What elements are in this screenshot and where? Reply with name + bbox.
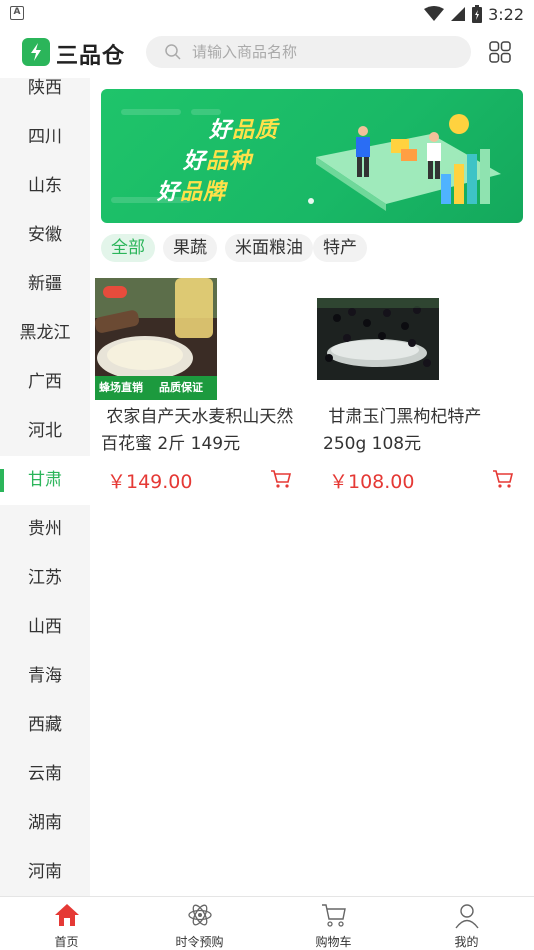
- grid-menu-icon[interactable]: [489, 41, 511, 63]
- clock: 3:22: [488, 4, 524, 24]
- search-icon: [165, 44, 181, 60]
- nav-profile-label: 我的: [454, 935, 479, 949]
- sidebar-item-yunnan[interactable]: 云南: [0, 750, 90, 799]
- sidebar-item-hebei[interactable]: 河北: [0, 407, 90, 456]
- product-name-line1: 农家自产天水麦积山天然: [101, 407, 294, 427]
- product-card-goji[interactable]: 甘肃玉门黑枸杞特产 250g 108元 ￥108.00: [317, 278, 527, 498]
- product-name-line2: 250g 108元: [323, 434, 422, 454]
- sidebar-item-xinjiang[interactable]: 新疆: [0, 260, 90, 309]
- app-title: 三品仓: [56, 44, 126, 69]
- notification-badge-icon: A: [10, 6, 24, 20]
- product-image-honey[interactable]: 蜂场直销 品质保证: [95, 278, 217, 400]
- honey-image-caption-left: 蜂场直销: [99, 381, 143, 394]
- nav-profile[interactable]: 我的: [400, 897, 533, 950]
- app-logo-icon: [22, 38, 50, 66]
- product-name-line1: 甘肃玉门黑枸杞特产: [323, 407, 482, 427]
- goji-photo: [317, 298, 439, 380]
- nav-seasonal-preorder[interactable]: 时令预购: [133, 897, 266, 950]
- sidebar-item-sichuan[interactable]: 四川: [0, 113, 90, 162]
- signal-icon: [451, 7, 466, 21]
- sidebar-item-qinghai[interactable]: 青海: [0, 652, 90, 701]
- banner-line-variety: 好品种: [183, 149, 253, 174]
- sidebar-item-guizhou[interactable]: 贵州: [0, 505, 90, 554]
- product-name-line2: 百花蜜 2斤 149元: [101, 434, 241, 454]
- sidebar-item-hunan[interactable]: 湖南: [0, 799, 90, 848]
- promo-banner[interactable]: 好品质 好品种 好品牌: [101, 89, 523, 223]
- product-price-goji: ￥108.00: [329, 471, 415, 493]
- user-icon: [455, 904, 479, 929]
- tab-all[interactable]: 全部: [101, 234, 155, 262]
- sidebar-item-shaanxi[interactable]: 陕西: [0, 78, 90, 113]
- status-indicators: 3:22: [424, 4, 524, 24]
- tab-fruits-vegetables[interactable]: 果蔬: [163, 234, 217, 262]
- nav-seasonal-label: 时令预购: [175, 935, 224, 949]
- add-to-cart-icon[interactable]: [270, 468, 292, 490]
- sidebar-item-anhui[interactable]: 安徽: [0, 211, 90, 260]
- sidebar-item-henan[interactable]: 河南: [0, 848, 90, 896]
- atom-icon: [188, 904, 212, 926]
- battery-icon: [472, 5, 483, 23]
- app-header: 三品仓: [0, 28, 534, 78]
- product-name-honey[interactable]: 农家自产天水麦积山天然 百花蜜 2斤 149元: [101, 404, 311, 458]
- sidebar-item-shanxi[interactable]: 山西: [0, 603, 90, 652]
- nav-cart-label: 购物车: [315, 935, 352, 949]
- province-sidebar: 陕西 四川 山东 安徽 新疆 黑龙江 广西 河北 甘肃 贵州 江苏 山西 青海 …: [0, 78, 90, 896]
- product-name-goji[interactable]: 甘肃玉门黑枸杞特产 250g 108元: [323, 404, 533, 458]
- tab-grain-oil[interactable]: 米面粮油: [225, 234, 313, 262]
- nav-cart[interactable]: 购物车: [267, 897, 400, 950]
- banner-line-quality: 好品质: [209, 118, 279, 143]
- add-to-cart-icon[interactable]: [492, 468, 514, 490]
- product-price-honey: ￥149.00: [107, 471, 193, 493]
- product-card-honey[interactable]: 蜂场直销 品质保证 农家自产天水麦积山天然 百花蜜 2斤 149元 ￥149.0…: [95, 278, 313, 498]
- banner-line-brand: 好品牌: [157, 180, 227, 205]
- search-input[interactable]: [192, 36, 452, 68]
- status-bar: A 3:22: [0, 0, 534, 28]
- honey-image-caption-right: 品质保证: [159, 381, 203, 394]
- search-bar[interactable]: [146, 36, 471, 68]
- sidebar-item-jiangsu[interactable]: 江苏: [0, 554, 90, 603]
- sidebar-item-guangxi[interactable]: 广西: [0, 358, 90, 407]
- product-image-goji[interactable]: [317, 298, 439, 380]
- nav-home[interactable]: 首页: [0, 897, 133, 950]
- bottom-navigation: 首页 时令预购 购物车 我的: [0, 896, 534, 950]
- sidebar-item-gansu[interactable]: 甘肃: [0, 456, 90, 505]
- sidebar-item-shandong[interactable]: 山东: [0, 162, 90, 211]
- nav-home-label: 首页: [54, 935, 79, 949]
- cart-icon: [322, 904, 346, 927]
- home-icon: [55, 904, 79, 926]
- sidebar-item-heilongjiang[interactable]: 黑龙江: [0, 309, 90, 358]
- sidebar-item-xizang[interactable]: 西藏: [0, 701, 90, 750]
- wifi-icon: [424, 6, 445, 21]
- tab-specialty[interactable]: 特产: [313, 234, 367, 262]
